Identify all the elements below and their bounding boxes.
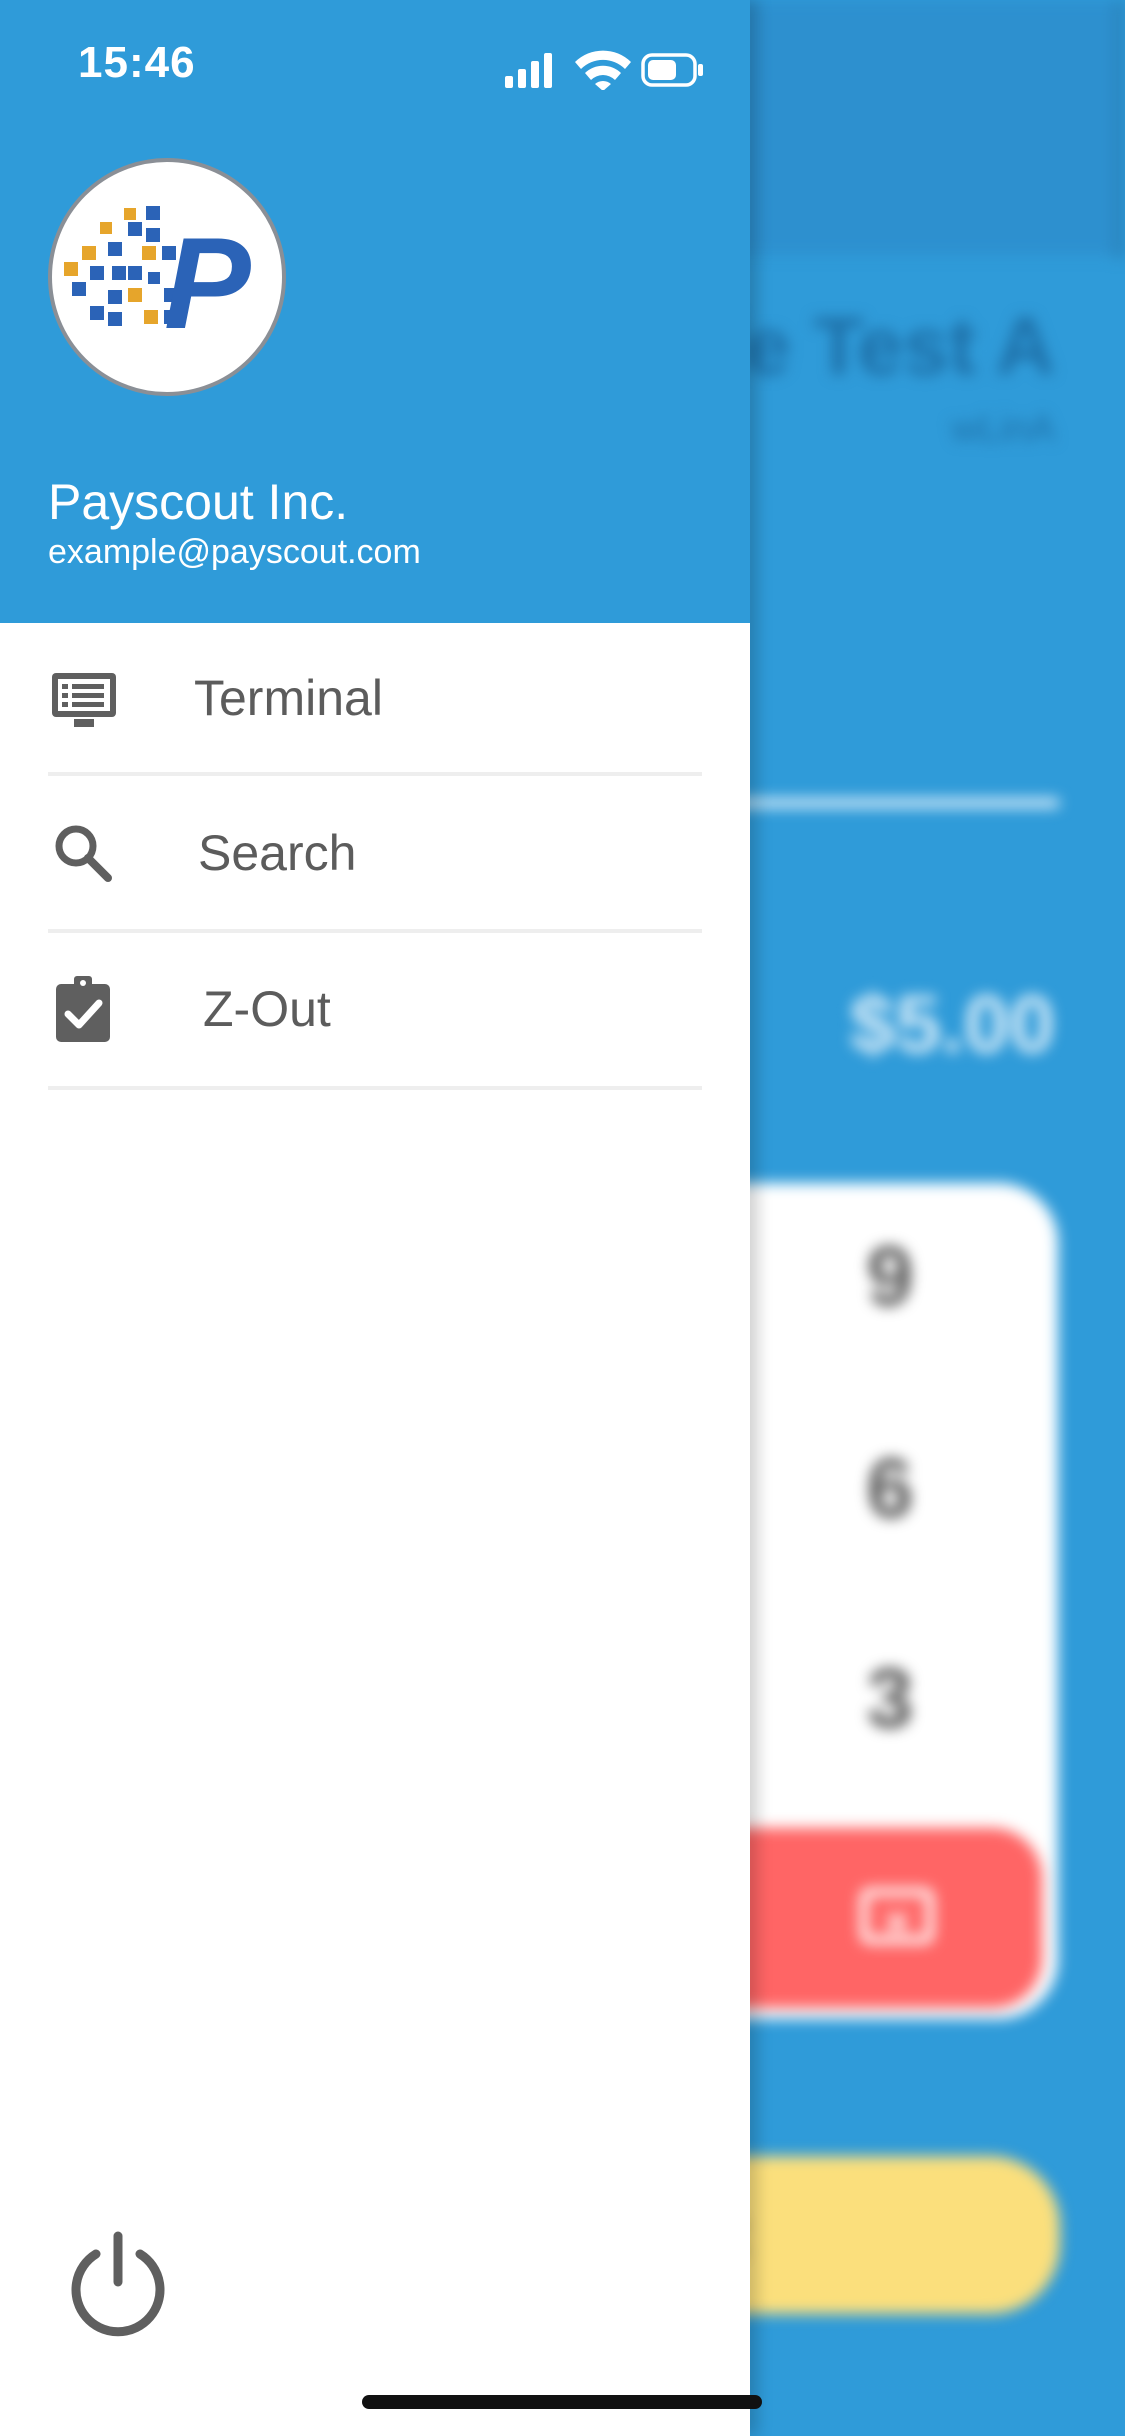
menu-label-search: Search bbox=[198, 825, 357, 881]
company-logo-avatar: P bbox=[48, 158, 286, 396]
clipboard-check-icon bbox=[50, 974, 118, 1042]
background-amount: $5.00 bbox=[849, 979, 1055, 1070]
logo-letter: P bbox=[164, 210, 251, 356]
menu-divider bbox=[48, 1086, 702, 1090]
menu-item-z-out[interactable]: Z-Out bbox=[0, 934, 750, 1088]
background-divider bbox=[700, 798, 1060, 808]
menu-item-search[interactable]: Search bbox=[0, 778, 750, 932]
power-button[interactable] bbox=[60, 2226, 176, 2342]
cellular-signal-icon bbox=[505, 53, 552, 88]
status-time: 15:46 bbox=[78, 38, 196, 87]
navigation-drawer: 15:46 P Payscout Inc. example@payscout.c… bbox=[0, 0, 750, 2436]
background-scrollbar bbox=[1114, 0, 1125, 258]
company-name: Payscout Inc. bbox=[48, 474, 349, 530]
keypad-key-3: 3 bbox=[866, 1651, 914, 1745]
search-icon bbox=[50, 820, 118, 888]
home-indicator[interactable] bbox=[362, 2395, 762, 2409]
terminal-icon bbox=[50, 671, 118, 739]
power-icon bbox=[71, 2231, 165, 2337]
wifi-icon bbox=[575, 50, 631, 91]
menu-divider bbox=[48, 772, 702, 776]
battery-icon bbox=[641, 53, 703, 87]
menu-label-terminal: Terminal bbox=[194, 670, 383, 726]
payscout-logo-icon: P bbox=[64, 206, 251, 356]
drawer-header: 15:46 P Payscout Inc. example@payscout.c… bbox=[0, 0, 750, 623]
menu-item-terminal[interactable]: Terminal bbox=[0, 623, 750, 777]
background-title: le Test A bbox=[722, 301, 1055, 392]
keypad-key-6: 6 bbox=[866, 1441, 914, 1535]
backspace-icon: × bbox=[860, 1888, 934, 1947]
menu-label-z-out: Z-Out bbox=[203, 981, 331, 1037]
menu-divider bbox=[48, 929, 702, 933]
account-email: example@payscout.com bbox=[48, 533, 421, 571]
background-subtitle: wLinA bbox=[951, 408, 1056, 450]
status-icons bbox=[505, 50, 705, 95]
keypad-key-9: 9 bbox=[866, 1229, 914, 1323]
